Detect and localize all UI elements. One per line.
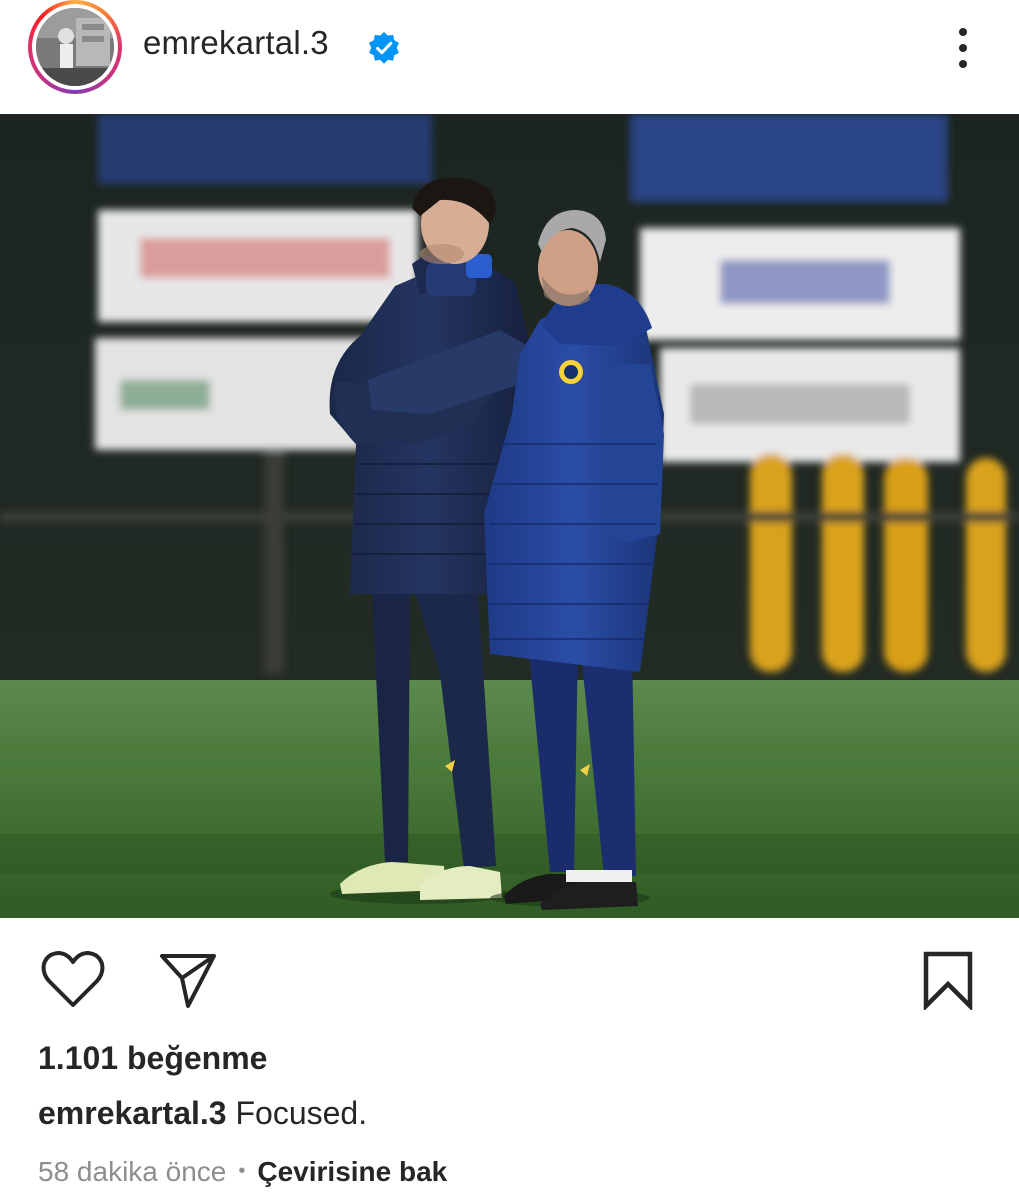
verified-badge-icon <box>369 31 399 64</box>
see-translation-link[interactable]: Çevirisine bak <box>257 1156 447 1187</box>
bookmark-icon[interactable] <box>920 950 976 1010</box>
separator-dot: • <box>238 1160 246 1182</box>
post-header: emrekartal.3 <box>0 0 1019 114</box>
timestamp: 58 dakika önce <box>38 1156 227 1187</box>
heart-icon[interactable] <box>40 950 106 1010</box>
like-count[interactable]: 1.101 beğenme <box>38 1040 267 1077</box>
avatar-image <box>36 8 114 86</box>
more-options-icon[interactable] <box>946 24 980 72</box>
story-ring[interactable] <box>28 0 122 94</box>
avatar[interactable] <box>36 8 114 86</box>
post-photo <box>0 114 1019 918</box>
username[interactable]: emrekartal.3 <box>143 24 329 62</box>
post-meta: 58 dakika önce • Çevirisine bak <box>38 1156 447 1188</box>
send-icon[interactable] <box>158 952 218 1010</box>
action-bar <box>0 918 1019 1028</box>
caption-username[interactable]: emrekartal.3 <box>38 1095 227 1131</box>
caption-text: Focused. <box>235 1095 368 1131</box>
caption: emrekartal.3 Focused. <box>38 1095 367 1132</box>
post-image[interactable] <box>0 114 1019 918</box>
